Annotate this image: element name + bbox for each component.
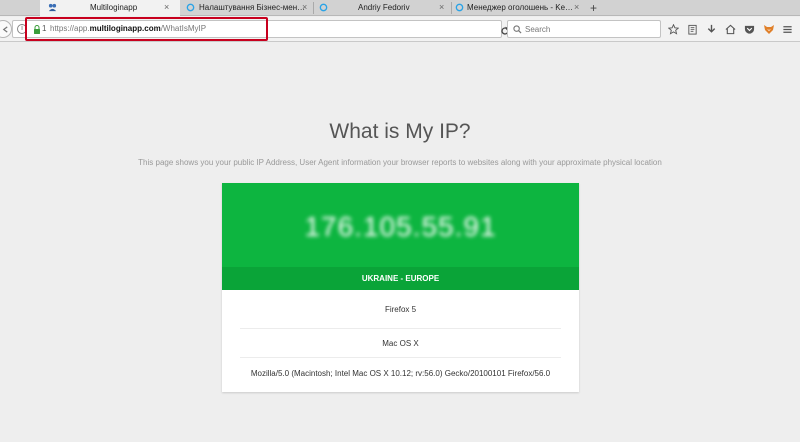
star-icon — [668, 23, 679, 35]
new-tab-button[interactable]: + — [590, 1, 597, 15]
downloads-button[interactable] — [702, 21, 721, 37]
extension-button[interactable] — [759, 21, 778, 37]
ip-address: 176.105.55.91 — [304, 211, 497, 242]
home-icon — [725, 24, 736, 34]
ip-info-card: 176.105.55.91 UKRAINE - EUROPE Firefox 5… — [222, 183, 579, 392]
hamburger-menu-icon — [783, 25, 792, 33]
info-icon[interactable]: i — [17, 24, 27, 34]
pocket-icon — [744, 25, 755, 34]
tab-title: Andriy Fedoriv — [358, 3, 410, 12]
tab-ads-manager[interactable]: Менеджер оголошень - Ke… × — [453, 0, 583, 16]
download-arrow-icon — [707, 24, 716, 33]
menu-button[interactable] — [778, 21, 797, 37]
pocket-button[interactable] — [740, 21, 759, 37]
loading-favicon-icon — [319, 3, 328, 12]
url-bar[interactable]: i 1 https://app.multiloginapp.com/WhatIs… — [12, 20, 509, 38]
browser-name: Firefox 5 — [240, 290, 561, 329]
ip-address-panel: 176.105.55.91 — [222, 183, 579, 267]
reading-list-button[interactable] — [683, 21, 702, 37]
multiloginapp-favicon-icon — [48, 3, 57, 12]
toolbar-icons — [664, 21, 797, 37]
user-agent-string: Mozilla/5.0 (Macintosh; Intel Mac OS X 1… — [250, 369, 551, 378]
url-prefix: https://app. — [50, 24, 90, 33]
search-icon — [513, 25, 522, 34]
page-content: What is My IP? This page shows you your … — [0, 43, 800, 442]
tab-title: Multiloginapp — [90, 3, 138, 12]
url-domain: multiloginapp.com — [89, 24, 161, 33]
tab-title: Менеджер оголошень - Ke… — [467, 3, 574, 12]
operating-system: Mac OS X — [240, 329, 561, 358]
lock-icon[interactable] — [33, 25, 41, 34]
loading-favicon-icon — [455, 3, 464, 12]
close-tab-icon[interactable]: × — [302, 2, 307, 12]
fox-extension-icon — [763, 25, 774, 34]
url-path: /WhatIsMyIP — [160, 24, 207, 33]
tab-multiloginapp[interactable]: Multiloginapp × — [40, 0, 180, 16]
loading-favicon-icon — [186, 3, 195, 12]
back-button[interactable] — [0, 20, 12, 38]
tab-strip: Multiloginapp × Налаштування Бізнес-мен…… — [0, 0, 800, 16]
page-description: This page shows you your public IP Addre… — [138, 158, 662, 167]
location-region: UKRAINE - EUROPE — [222, 267, 579, 290]
tab-separator — [451, 2, 452, 14]
close-tab-icon[interactable]: × — [574, 2, 579, 12]
close-tab-icon[interactable]: × — [439, 2, 444, 12]
close-tab-icon[interactable]: × — [164, 2, 169, 12]
back-arrow-icon — [2, 26, 8, 33]
home-button[interactable] — [721, 21, 740, 37]
page-title: What is My IP? — [329, 120, 471, 143]
tab-andriy-fedoriv[interactable]: Andriy Fedoriv × — [315, 0, 450, 16]
bookmark-star-button[interactable] — [664, 21, 683, 37]
search-bar[interactable] — [507, 20, 661, 38]
url-text[interactable]: https://app.multiloginapp.com/WhatIsMyIP — [50, 24, 206, 33]
search-input[interactable] — [525, 22, 655, 36]
tab-title: Налаштування Бізнес-мен… — [199, 3, 306, 12]
tab-separator — [313, 2, 314, 14]
clipboard-icon — [688, 24, 697, 35]
permission-count: 1 — [42, 24, 47, 33]
nav-bar: i 1 https://app.multiloginapp.com/WhatIs… — [0, 17, 800, 42]
tab-business-settings[interactable]: Налаштування Бізнес-мен… × — [182, 0, 312, 16]
